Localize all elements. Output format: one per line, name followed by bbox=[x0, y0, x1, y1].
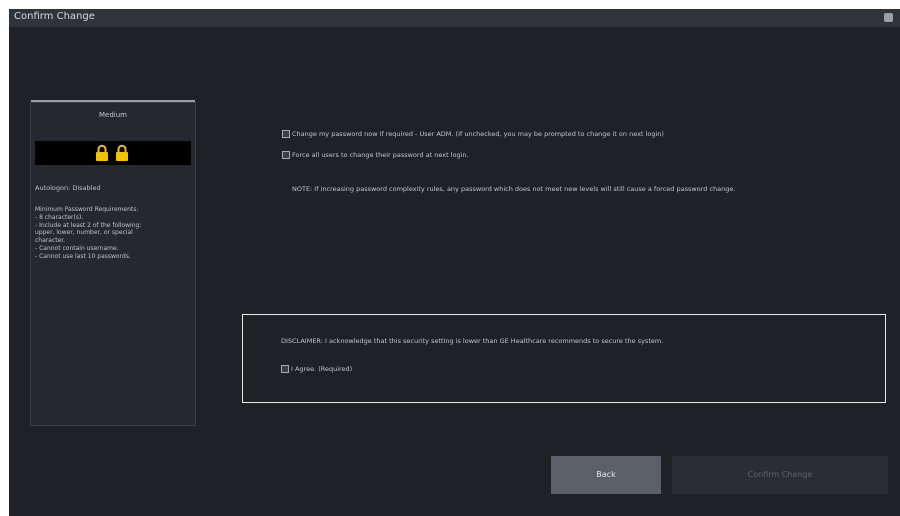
password-requirements: Minimum Password Requirements: - 8 chara… bbox=[35, 206, 142, 260]
change-password-checkbox[interactable] bbox=[282, 130, 290, 138]
complexity-note: NOTE: If increasing password complexity … bbox=[292, 185, 736, 193]
force-all-users-checkbox[interactable] bbox=[282, 151, 290, 159]
confirm-change-dialog: Confirm Change Medium Autologon: Disable… bbox=[9, 9, 900, 516]
disclaimer-text: DISCLAIMER: I acknowledge that this secu… bbox=[281, 337, 664, 345]
lock-icon bbox=[96, 144, 108, 161]
security-level-panel: Medium Autologon: Disabled Minimum Passw… bbox=[30, 100, 196, 426]
back-button[interactable]: Back bbox=[551, 456, 661, 494]
dialog-title: Confirm Change bbox=[14, 11, 95, 22]
title-bar: Confirm Change bbox=[9, 9, 900, 27]
panel-top-divider bbox=[31, 100, 195, 102]
security-level-bar bbox=[35, 141, 191, 165]
disclaimer-box: DISCLAIMER: I acknowledge that this secu… bbox=[242, 314, 886, 403]
agree-checkbox[interactable] bbox=[281, 365, 289, 373]
lock-icon bbox=[116, 144, 128, 161]
autologon-status: Autologon: Disabled bbox=[35, 184, 101, 192]
force-all-users-label: Force all users to change their password… bbox=[292, 151, 469, 159]
security-level-name: Medium bbox=[99, 111, 127, 119]
agree-label: I Agree. (Required) bbox=[291, 365, 353, 373]
agree-option[interactable]: I Agree. (Required) bbox=[281, 365, 352, 373]
close-icon[interactable] bbox=[884, 13, 893, 22]
change-password-label: Change my password now if required - Use… bbox=[292, 130, 664, 138]
force-all-users-option[interactable]: Force all users to change their password… bbox=[282, 151, 469, 159]
confirm-change-button[interactable]: Confirm Change bbox=[672, 456, 888, 494]
change-password-option[interactable]: Change my password now if required - Use… bbox=[282, 130, 664, 138]
